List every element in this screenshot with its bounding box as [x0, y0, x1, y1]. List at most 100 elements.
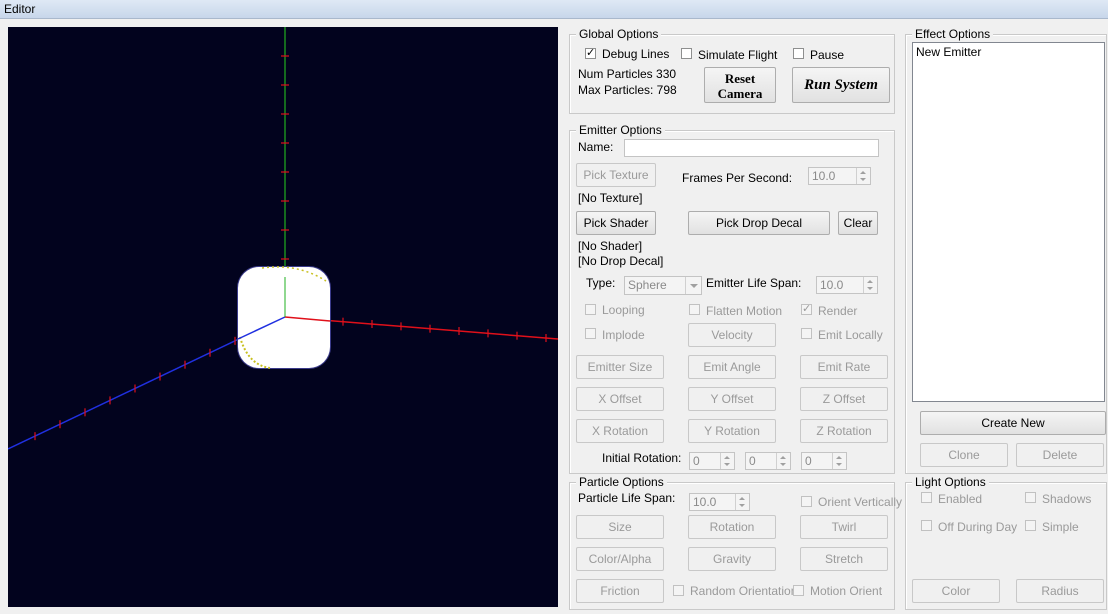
emitter-size-button[interactable]: Emitter Size: [576, 355, 664, 379]
life-span-spin-arrows-icon[interactable]: [863, 277, 877, 293]
enabled-label: Enabled: [938, 492, 983, 506]
velocity-button[interactable]: Velocity: [688, 323, 776, 347]
particle-life-span-spinner[interactable]: 10.0: [689, 493, 750, 511]
name-input[interactable]: [624, 139, 879, 157]
simulate-flight-label: Simulate Flight: [698, 48, 778, 62]
pause-label: Pause: [810, 48, 845, 62]
x-offset-button[interactable]: X Offset: [576, 387, 664, 411]
debug-lines-label: Debug Lines: [602, 47, 670, 61]
scene-canvas: [8, 27, 558, 450]
implode-checkbox[interactable]: [585, 328, 596, 339]
x-rotation-button[interactable]: X Rotation: [576, 419, 664, 443]
y-rotation-button[interactable]: Y Rotation: [688, 419, 776, 443]
flatten-motion-checkbox[interactable]: [689, 304, 700, 315]
off-during-day-label: Off During Day: [938, 520, 1018, 534]
simple-checkbox[interactable]: [1025, 520, 1036, 531]
debug-lines-checkbox[interactable]: [585, 46, 596, 59]
orient-vertically-checkbox[interactable]: [801, 496, 812, 507]
reset-camera-label-line2: Camera: [717, 86, 763, 101]
clear-button[interactable]: Clear: [838, 211, 878, 235]
type-label: Type:: [586, 276, 616, 290]
gravity-button[interactable]: Gravity: [688, 547, 776, 571]
rotation-y-spin-arrows-icon[interactable]: [776, 453, 790, 469]
initial-rotation-x-value: 0: [693, 454, 700, 468]
rotation-z-spin-arrows-icon[interactable]: [832, 453, 846, 469]
particle-life-span-label: Particle Life Span:: [578, 491, 676, 505]
particle-life-span-spin-arrows-icon[interactable]: [735, 494, 749, 510]
fps-spin-arrows-icon[interactable]: [856, 168, 870, 184]
initial-rotation-z-spinner[interactable]: 0: [801, 452, 847, 470]
looping-checkbox[interactable]: [585, 304, 596, 315]
name-label: Name:: [578, 140, 614, 154]
render-label: Render: [818, 304, 858, 318]
initial-rotation-z-value: 0: [805, 454, 812, 468]
simple-label: Simple: [1042, 520, 1079, 534]
list-item[interactable]: New Emitter: [913, 43, 1104, 61]
z-rotation-button[interactable]: Z Rotation: [800, 419, 888, 443]
texture-status: [No Texture]: [578, 191, 643, 205]
emitter-list[interactable]: New Emitter: [912, 42, 1105, 402]
motion-orient-checkbox[interactable]: [793, 585, 804, 596]
emit-locally-label: Emit Locally: [818, 328, 883, 342]
light-options-title: Light Options: [912, 475, 989, 489]
effect-options-title: Effect Options: [912, 27, 994, 41]
motion-orient-label: Motion Orient: [810, 584, 883, 598]
emit-rate-button[interactable]: Emit Rate: [800, 355, 888, 379]
global-options-title: Global Options: [576, 27, 662, 41]
pick-texture-button[interactable]: Pick Texture: [576, 163, 656, 187]
size-button[interactable]: Size: [576, 515, 664, 539]
rotation-x-spin-arrows-icon[interactable]: [720, 453, 734, 469]
pause-checkbox[interactable]: [793, 48, 804, 59]
flatten-motion-label: Flatten Motion: [706, 304, 783, 318]
shadows-label: Shadows: [1042, 492, 1092, 506]
rotation-button[interactable]: Rotation: [688, 515, 776, 539]
y-offset-button[interactable]: Y Offset: [688, 387, 776, 411]
axis-ticks: [34, 55, 547, 441]
scene-viewport[interactable]: [8, 27, 558, 607]
off-during-day-checkbox[interactable]: [921, 520, 932, 531]
emit-locally-checkbox[interactable]: [801, 328, 812, 339]
implode-label: Implode: [602, 328, 645, 342]
random-orientation-checkbox[interactable]: [673, 585, 684, 596]
twirl-button[interactable]: Twirl: [800, 515, 888, 539]
render-checkbox[interactable]: [801, 302, 812, 315]
particle-cloud: [237, 266, 331, 369]
random-orientation-label: Random Orientation: [690, 584, 798, 598]
looping-label: Looping: [602, 303, 645, 317]
color-alpha-button[interactable]: Color/Alpha: [576, 547, 664, 571]
pick-shader-button[interactable]: Pick Shader: [576, 211, 656, 235]
shadows-checkbox[interactable]: [1025, 492, 1036, 503]
particle-life-span-value: 10.0: [693, 495, 717, 509]
num-particles-text: Num Particles 330: [578, 67, 677, 81]
orient-vertically-label: Orient Vertically: [818, 495, 903, 509]
run-system-button[interactable]: Run System: [792, 67, 890, 103]
radius-button[interactable]: Radius: [1016, 579, 1104, 603]
emitter-options-title: Emitter Options: [576, 123, 665, 137]
color-button[interactable]: Color: [912, 579, 1000, 603]
type-select-value: Sphere: [628, 278, 667, 292]
pick-drop-decal-button[interactable]: Pick Drop Decal: [688, 211, 830, 235]
initial-rotation-y-value: 0: [749, 454, 756, 468]
stretch-button[interactable]: Stretch: [800, 547, 888, 571]
initial-rotation-y-spinner[interactable]: 0: [745, 452, 791, 470]
fps-spinner[interactable]: 10.0: [808, 167, 871, 185]
delete-button[interactable]: Delete: [1016, 443, 1104, 467]
emit-angle-button[interactable]: Emit Angle: [688, 355, 776, 379]
create-new-button[interactable]: Create New: [920, 411, 1106, 435]
emitter-life-span-spinner[interactable]: 10.0: [816, 276, 878, 294]
chevron-down-icon[interactable]: [685, 277, 701, 294]
friction-button[interactable]: Friction: [576, 579, 664, 603]
z-offset-button[interactable]: Z Offset: [800, 387, 888, 411]
initial-rotation-label: Initial Rotation:: [602, 451, 682, 465]
emitter-life-span-label: Emitter Life Span:: [706, 276, 802, 290]
title-bar: Editor: [0, 0, 1108, 19]
fps-label: Frames Per Second:: [682, 171, 793, 185]
reset-camera-button[interactable]: Reset Camera: [704, 67, 776, 103]
type-select[interactable]: Sphere: [624, 276, 702, 295]
initial-rotation-x-spinner[interactable]: 0: [689, 452, 735, 470]
clone-button[interactable]: Clone: [920, 443, 1008, 467]
simulate-flight-checkbox[interactable]: [681, 48, 692, 59]
emitter-life-span-value: 10.0: [820, 278, 844, 292]
enabled-checkbox[interactable]: [921, 492, 932, 503]
reset-camera-label-line1: Reset: [724, 71, 756, 86]
